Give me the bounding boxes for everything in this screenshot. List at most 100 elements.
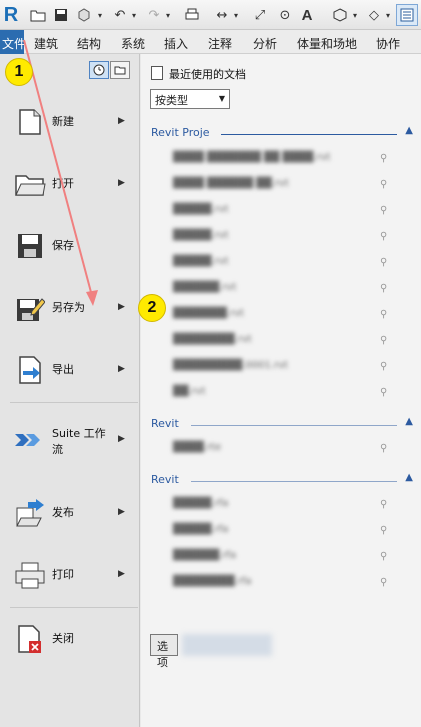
recent-doc[interactable]: ████.rte bbox=[173, 442, 221, 456]
menu-item-publish[interactable]: 发布 ▶ bbox=[0, 485, 138, 541]
pin-icon[interactable]: ⚲ bbox=[380, 443, 392, 454]
chevron-down-icon: ▼ bbox=[218, 94, 225, 103]
tab-insert[interactable]: 插入 bbox=[164, 35, 188, 52]
menu-item-open[interactable]: 打开 ▶ bbox=[0, 156, 138, 212]
menu-item-save-as[interactable]: 另存为 ▶ bbox=[0, 280, 138, 336]
print-icon[interactable] bbox=[182, 5, 202, 25]
export-icon bbox=[13, 353, 47, 387]
ribbon-tabs: 文件 建筑 结构 系统 插入 注释 分析 体量和场地 协作 bbox=[0, 30, 421, 54]
step-badge-1: 1 bbox=[5, 58, 33, 86]
recent-doc[interactable]: █████.rfa bbox=[173, 524, 228, 538]
recent-group-header[interactable]: Revit ▲ bbox=[151, 472, 413, 489]
printer-icon bbox=[13, 558, 47, 592]
chevron-right-icon: ▶ bbox=[118, 507, 125, 517]
menu-item-export[interactable]: 导出 ▶ bbox=[0, 342, 138, 398]
group-divider bbox=[191, 425, 397, 426]
pin-icon[interactable]: ⚲ bbox=[380, 577, 392, 588]
recent-group-header[interactable]: Revit Proje ▲ bbox=[151, 125, 413, 142]
group-divider bbox=[191, 481, 397, 482]
chevron-down-icon[interactable]: ▾ bbox=[232, 5, 240, 25]
pin-icon[interactable]: ⚲ bbox=[380, 361, 392, 372]
tab-systems[interactable]: 系统 bbox=[121, 35, 145, 52]
recent-doc[interactable]: ████ ██████ ██.rvt bbox=[173, 178, 289, 192]
recent-doc[interactable]: ███████.rvt bbox=[173, 308, 244, 322]
group-divider bbox=[221, 134, 397, 135]
tab-structure[interactable]: 结构 bbox=[77, 35, 101, 52]
chevron-right-icon: ▶ bbox=[118, 116, 125, 126]
menu-item-save[interactable]: 保存 bbox=[0, 218, 138, 274]
recent-doc[interactable]: █████.rvt bbox=[173, 256, 229, 270]
menu-label-print: 打印 bbox=[52, 568, 74, 581]
chevron-down-icon[interactable]: ▾ bbox=[130, 5, 138, 25]
chevron-right-icon: ▶ bbox=[118, 434, 125, 444]
collapse-icon[interactable]: ▲ bbox=[405, 125, 413, 136]
recent-doc[interactable]: ████████.rfa bbox=[173, 576, 251, 590]
tag-icon[interactable]: ⊙ bbox=[275, 5, 295, 25]
measure-icon[interactable]: ↔ bbox=[212, 5, 232, 25]
menu-item-print[interactable]: 打印 ▶ bbox=[0, 547, 138, 603]
pin-icon[interactable]: ⚲ bbox=[380, 283, 392, 294]
document-icon bbox=[151, 66, 163, 80]
chevron-down-icon[interactable]: ▾ bbox=[96, 5, 104, 25]
menu-label-suite-workflows-2: 流 bbox=[52, 443, 63, 456]
save-icon[interactable] bbox=[51, 5, 71, 25]
pin-icon[interactable]: ⚲ bbox=[380, 499, 392, 510]
tab-analyze[interactable]: 分析 bbox=[253, 35, 277, 52]
tab-massing-site[interactable]: 体量和场地 bbox=[297, 35, 357, 52]
pin-icon[interactable]: ⚲ bbox=[380, 551, 392, 562]
recent-doc[interactable]: █████████.0001.rvt bbox=[173, 360, 288, 374]
recent-doc[interactable]: █████.rfa bbox=[173, 498, 228, 512]
recent-group-header[interactable]: Revit ▲ bbox=[151, 416, 413, 433]
undo-icon[interactable]: ↶ bbox=[110, 5, 130, 25]
section-icon[interactable]: ◇ bbox=[364, 5, 384, 25]
collapse-icon[interactable]: ▲ bbox=[405, 416, 413, 427]
recent-doc[interactable]: ██████.rvt bbox=[173, 282, 236, 296]
sort-by-value: 按类型 bbox=[155, 94, 188, 107]
chevron-down-icon[interactable]: ▾ bbox=[164, 5, 172, 25]
quick-access-toolbar: R ▾ ↶ ▾ ↷ ▾ ↔ ▾ ⤢ ⊙ A ▾ ◇ ▾ bbox=[0, 0, 421, 30]
pin-icon[interactable]: ⚲ bbox=[380, 205, 392, 216]
menu-item-suite-workflows[interactable]: Suite 工作 流 ▶ bbox=[0, 412, 138, 468]
pin-icon[interactable]: ⚲ bbox=[380, 179, 392, 190]
dimension-icon[interactable]: ⤢ bbox=[250, 5, 270, 25]
pin-icon[interactable]: ⚲ bbox=[380, 231, 392, 242]
tab-file[interactable]: 文件 bbox=[0, 30, 26, 54]
menu-label-export: 导出 bbox=[52, 363, 74, 376]
recent-doc[interactable]: ████████.rvt bbox=[173, 334, 252, 348]
menu-item-close[interactable]: 关闭 bbox=[0, 611, 138, 667]
tab-annotate[interactable]: 注释 bbox=[208, 35, 232, 52]
revit-logo[interactable]: R bbox=[0, 2, 22, 28]
pin-icon[interactable]: ⚲ bbox=[380, 525, 392, 536]
menu-label-close: 关闭 bbox=[52, 632, 74, 645]
recent-doc[interactable]: █████.rvt bbox=[173, 230, 229, 244]
tab-architecture[interactable]: 建筑 bbox=[34, 35, 58, 52]
redo-icon[interactable]: ↷ bbox=[144, 5, 164, 25]
text-icon[interactable]: A bbox=[297, 5, 317, 25]
menu-item-new[interactable]: 新建 ▶ bbox=[0, 94, 138, 150]
open-icon[interactable] bbox=[28, 5, 48, 25]
sort-by-select[interactable]: 按类型 ▼ bbox=[150, 89, 230, 109]
chevron-down-icon[interactable]: ▾ bbox=[351, 5, 359, 25]
menu-label-save-as: 另存为 bbox=[52, 301, 85, 314]
recent-docs-toggle[interactable] bbox=[89, 61, 109, 79]
switch-windows-icon[interactable] bbox=[396, 4, 418, 26]
pin-icon[interactable]: ⚲ bbox=[380, 335, 392, 346]
pin-icon[interactable]: ⚲ bbox=[380, 309, 392, 320]
pin-icon[interactable]: ⚲ bbox=[380, 387, 392, 398]
options-button[interactable]: 选项 bbox=[150, 634, 178, 669]
pin-icon[interactable]: ⚲ bbox=[380, 153, 392, 164]
tab-collaborate[interactable]: 协作 bbox=[376, 35, 400, 52]
menu-label-publish: 发布 bbox=[52, 506, 74, 519]
3d-view-icon[interactable] bbox=[330, 5, 350, 25]
pin-icon[interactable]: ⚲ bbox=[380, 257, 392, 268]
chevron-down-icon[interactable]: ▾ bbox=[384, 5, 392, 25]
recent-doc[interactable]: ████ ███████ ██ ████.rvt bbox=[173, 152, 330, 166]
exit-revit-button[interactable] bbox=[182, 634, 272, 656]
recent-doc[interactable]: █████.rvt bbox=[173, 204, 229, 218]
sync-icon[interactable] bbox=[74, 5, 94, 25]
collapse-icon[interactable]: ▲ bbox=[405, 472, 413, 483]
recent-documents-title: 最近使用的文档 bbox=[169, 68, 246, 81]
recent-doc[interactable]: ██████.rfa bbox=[173, 550, 236, 564]
recent-doc[interactable]: ██.rvt bbox=[173, 386, 206, 400]
open-docs-toggle[interactable] bbox=[110, 61, 130, 79]
